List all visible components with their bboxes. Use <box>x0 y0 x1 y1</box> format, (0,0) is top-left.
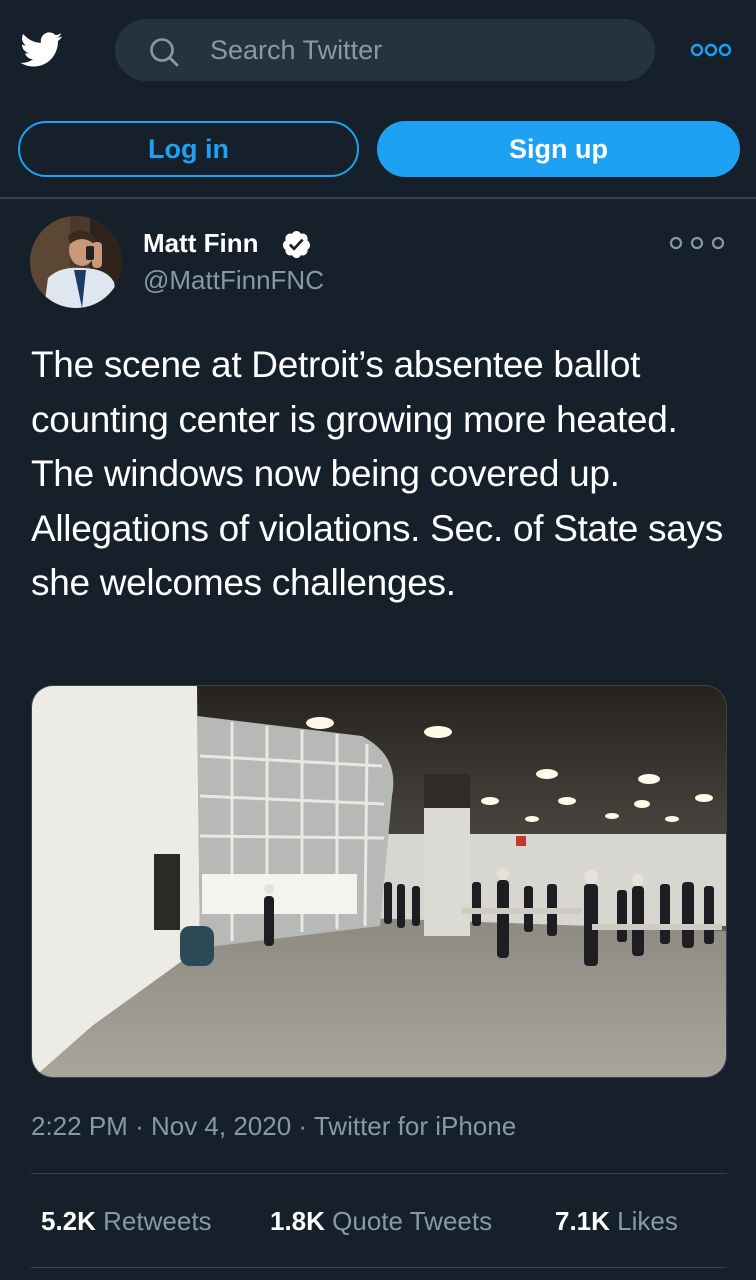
signup-button[interactable]: Sign up <box>377 121 740 177</box>
meta-separator: · <box>135 1111 144 1141</box>
quote-tweets-count: 1.8K <box>270 1206 325 1236</box>
retweets-stat[interactable]: 5.2K Retweets <box>41 1203 212 1239</box>
author-name[interactable]: Matt Finn <box>143 226 259 260</box>
tweet-text: The scene at Detroit’s absentee ballot c… <box>31 344 723 603</box>
likes-count: 7.1K <box>555 1206 610 1236</box>
author-handle[interactable]: @MattFinnFNC <box>143 263 324 297</box>
tweet-video[interactable] <box>31 685 727 1078</box>
video-thumbnail <box>32 686 726 1077</box>
search-icon <box>150 38 179 67</box>
avatar-photo <box>30 216 122 308</box>
likes-stat[interactable]: 7.1K Likes <box>555 1203 678 1239</box>
stats-divider <box>31 1267 727 1268</box>
tweet-more-options-icon[interactable] <box>666 232 728 254</box>
tweet-time: 2:22 PM <box>31 1111 128 1141</box>
more-options-icon[interactable] <box>689 36 733 64</box>
meta-divider <box>31 1173 727 1174</box>
quote-tweets-label: Quote Tweets <box>332 1206 493 1236</box>
tweet-date[interactable]: Nov 4, 2020 <box>151 1111 291 1141</box>
top-bar: Search Twitter <box>0 0 756 100</box>
meta-separator: · <box>298 1111 308 1141</box>
header-divider <box>0 197 756 199</box>
verified-badge-icon <box>282 230 311 259</box>
tweet-source[interactable]: Twitter for iPhone <box>314 1111 516 1141</box>
search-placeholder: Search Twitter <box>210 35 383 65</box>
likes-label: Likes <box>617 1206 678 1236</box>
twitter-bird-icon[interactable] <box>18 28 66 70</box>
avatar[interactable] <box>30 216 122 308</box>
login-button[interactable]: Log in <box>18 121 359 177</box>
retweets-label: Retweets <box>103 1206 212 1236</box>
retweets-count: 5.2K <box>41 1206 96 1236</box>
quote-tweets-stat[interactable]: 1.8K Quote Tweets <box>270 1203 492 1239</box>
search-input[interactable]: Search Twitter <box>115 19 655 81</box>
tweet-meta: 2:22 PM · Nov 4, 2020 · Twitter for iPho… <box>31 1108 516 1144</box>
